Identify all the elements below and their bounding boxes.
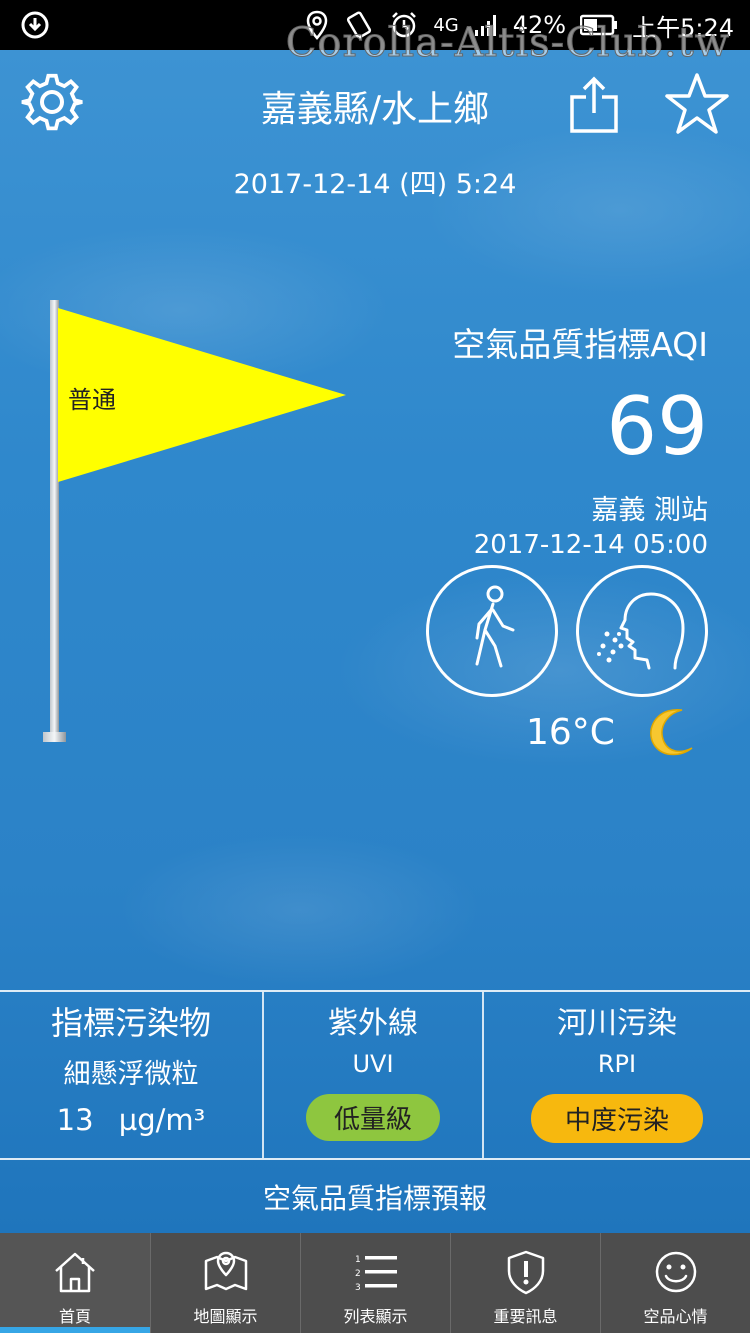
map-icon <box>204 1251 247 1291</box>
watermark: Corolla-Altis-Club.tw <box>285 20 730 67</box>
pollutant-name: 細懸浮微粒 <box>63 1059 199 1090</box>
location-title[interactable]: 嘉義縣/水上鄉 <box>200 80 550 132</box>
aqi-observation-time: 2017-12-14 05:00 <box>473 530 708 560</box>
main-content: 嘉義縣/水上鄉 2017-12-14 (四) 5:24 普通 空氣品質指標AQI… <box>0 50 750 1233</box>
list-icon: 1 2 3 <box>355 1255 397 1293</box>
rpi-level-badge: 中度污染 <box>530 1094 703 1143</box>
home-icon <box>55 1252 95 1293</box>
pollutant-unit: µg/m³ <box>118 1103 206 1137</box>
tab-map[interactable]: 地圖顯示 <box>150 1233 300 1333</box>
aqi-flag <box>43 300 346 742</box>
uvi-level-badge: 低量級 <box>305 1094 440 1141</box>
tab-home[interactable]: 首頁 <box>0 1233 150 1333</box>
aqi-value: 69 <box>606 380 708 473</box>
tab-alerts[interactable]: 重要訊息 <box>450 1233 600 1333</box>
alert-shield-icon <box>507 1250 544 1295</box>
gear-icon[interactable] <box>20 70 84 134</box>
rpi-title: 河川污染 <box>557 1006 677 1041</box>
share-icon[interactable] <box>566 75 622 135</box>
rpi-code: RPI <box>597 1050 637 1078</box>
tab-alerts-label: 重要訊息 <box>493 1307 558 1326</box>
aqi-title: 空氣品質指標AQI <box>452 325 708 364</box>
favorite-star-icon[interactable] <box>664 72 730 136</box>
svg-text:1: 1 <box>355 1255 361 1265</box>
uvi-code: UVI <box>352 1050 394 1078</box>
tab-map-label: 地圖顯示 <box>193 1307 258 1326</box>
rpi-panel[interactable]: 河川污染 RPI 中度污染 <box>484 992 750 1158</box>
pollutant-title: 指標污染物 <box>50 1004 211 1042</box>
uvi-panel[interactable]: 紫外線 UVI 低量級 <box>264 992 484 1158</box>
svg-text:2: 2 <box>355 1269 361 1279</box>
download-icon <box>21 11 49 39</box>
tab-mood[interactable]: 空品心情 <box>600 1233 750 1333</box>
bottom-tab-bar: 首頁 地圖顯示 1 2 3 列表顯示 重要訊息 空品心情 <box>0 1233 750 1333</box>
tab-list[interactable]: 1 2 3 列表顯示 <box>300 1233 450 1333</box>
pollutant-value: 13 <box>56 1103 94 1137</box>
tab-mood-label: 空品心情 <box>643 1307 708 1326</box>
walking-person-icon <box>475 585 515 668</box>
pollutant-value-row: 13 µg/m³ <box>0 1103 262 1137</box>
breathing-face-icon <box>597 592 685 670</box>
info-panel: 指標污染物 細懸浮微粒 13 µg/m³ 紫外線 UVI 低量級 河川污染 RP… <box>0 990 750 1160</box>
tab-list-label: 列表顯示 <box>343 1307 408 1326</box>
uvi-title: 紫外線 <box>328 1006 418 1041</box>
outdoor-activity-button[interactable] <box>426 565 558 697</box>
aqi-forecast-link[interactable]: 空氣品質指標預報 <box>0 1160 750 1233</box>
pollutant-panel[interactable]: 指標污染物 細懸浮微粒 13 µg/m³ <box>0 992 264 1158</box>
temperature: 16°C <box>526 712 615 753</box>
moon-icon <box>650 708 693 756</box>
svg-text:3: 3 <box>355 1283 361 1293</box>
header-datetime: 2017-12-14 (四) 5:24 <box>233 169 517 200</box>
sensitive-group-button[interactable] <box>576 565 708 697</box>
tab-home-label: 首頁 <box>58 1307 91 1326</box>
aqi-status-label: 普通 <box>68 386 116 414</box>
aqi-station[interactable]: 嘉義 測站 <box>591 488 708 527</box>
smiley-icon <box>655 1251 696 1293</box>
